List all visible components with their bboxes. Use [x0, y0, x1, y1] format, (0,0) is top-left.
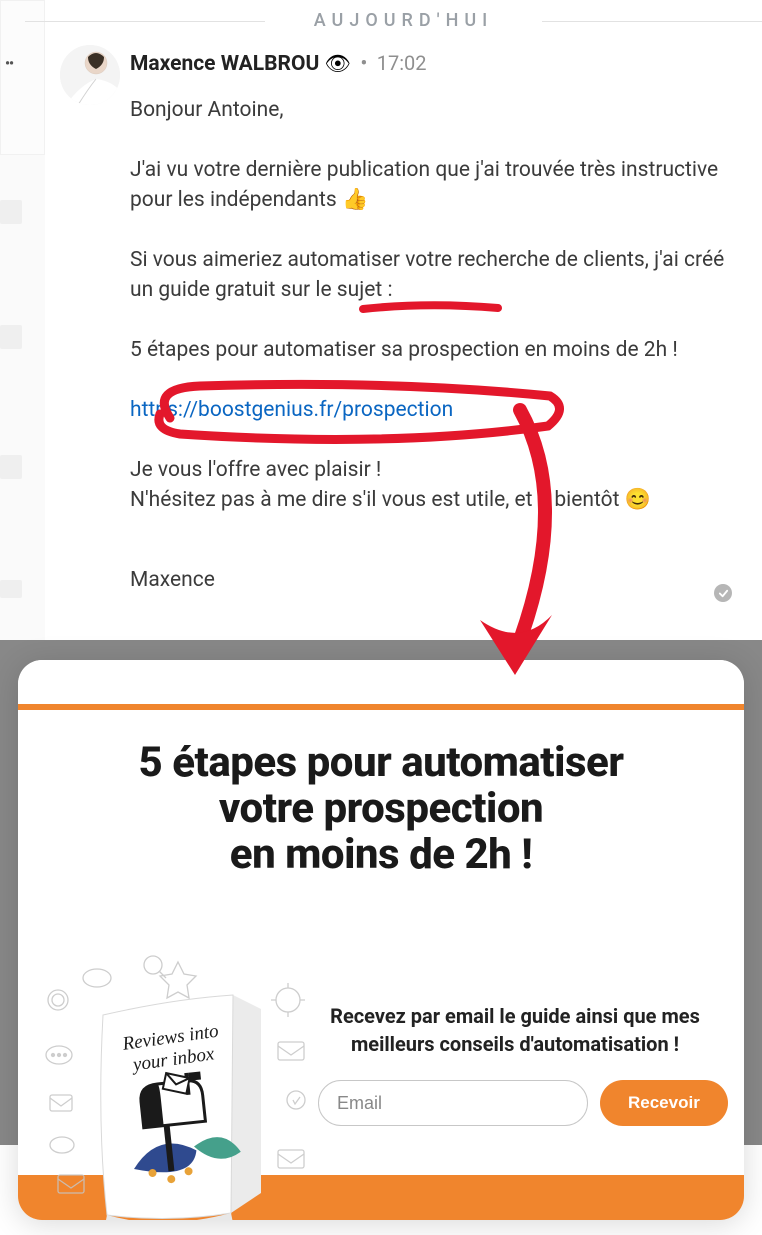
message-line: N'hésitez pas à me dire s'il vous est ut…: [130, 488, 625, 512]
signup-form: Recevoir: [318, 1080, 712, 1126]
card-subtext: Recevez par email le guide ainsi que mes…: [318, 1002, 712, 1058]
smile-emoji: 😊: [625, 488, 651, 512]
eye-icon: 👁: [325, 52, 352, 76]
landing-section: 5 étapes pour automatiser votre prospect…: [0, 640, 762, 1235]
separator: •: [360, 52, 367, 76]
message-time: 17:02: [377, 51, 427, 75]
submit-button[interactable]: Recevoir: [600, 1080, 728, 1126]
message-paragraph: 5 étapes pour automatiser sa prospection…: [130, 335, 747, 365]
signup-card: 5 étapes pour automatiser votre prospect…: [18, 660, 744, 1220]
message-paragraph: J'ai vu votre dernière publication que j…: [130, 158, 718, 212]
conversation-list-sliver: ••: [0, 0, 45, 640]
message-greeting: Bonjour Antoine,: [130, 95, 747, 125]
email-input[interactable]: [318, 1080, 588, 1126]
sidebar-box: ••: [0, 0, 45, 155]
conversation-avatar-sliver: [0, 580, 22, 598]
message-paragraph: Si vous aimeriez automatiser votre reche…: [130, 245, 747, 305]
guide-link[interactable]: https://boostgenius.fr/prospection: [130, 398, 453, 422]
conversation-avatar-sliver: [0, 200, 22, 224]
date-divider: AUJOURD'HUI: [45, 10, 762, 31]
thumbs-up-emoji: 👍: [342, 188, 368, 212]
message-body: Bonjour Antoine, J'ai vu votre dernière …: [130, 95, 747, 595]
card-title: 5 étapes pour automatiser votre prospect…: [50, 740, 712, 878]
message-signoff: Maxence: [130, 565, 747, 595]
message-line: Je vous l'offre avec plaisir !: [130, 455, 747, 485]
avatar[interactable]: [60, 45, 120, 105]
delivered-check-icon: [714, 584, 732, 602]
chat-panel: AUJOURD'HUI Maxence WALBROU 👁 • 17:02 Bo…: [45, 0, 762, 640]
sender-name[interactable]: Maxence WALBROU: [130, 52, 319, 76]
date-divider-label: AUJOURD'HUI: [314, 10, 493, 31]
conversation-avatar-sliver: [0, 325, 22, 349]
ellipsis-icon: ••: [5, 56, 44, 72]
book-illustration: Reviews into your inbox: [28, 950, 318, 1220]
conversation-avatar-sliver: [0, 455, 22, 479]
message-header: Maxence WALBROU 👁 • 17:02: [130, 51, 427, 76]
